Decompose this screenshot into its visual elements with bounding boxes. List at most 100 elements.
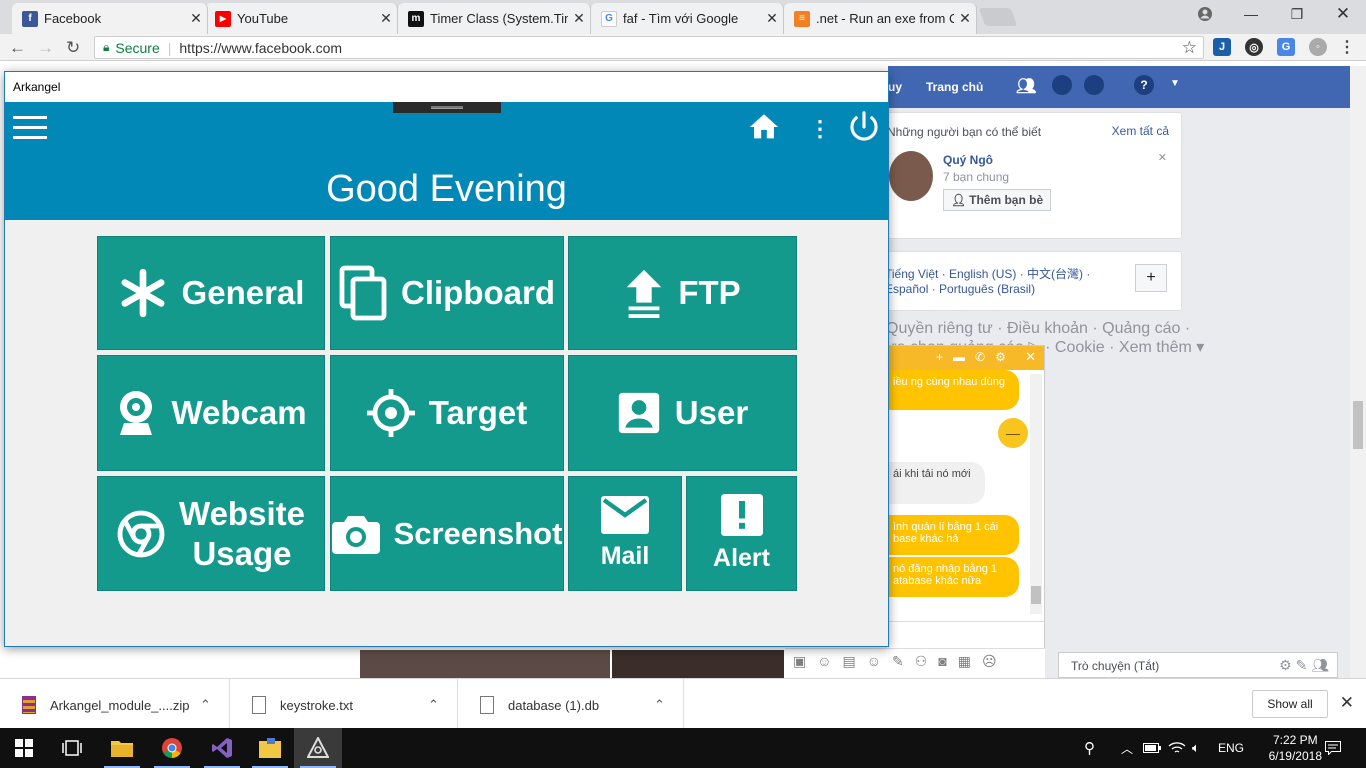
tab-close-icon[interactable]: ✕ <box>375 10 397 27</box>
extension-circle-icon[interactable]: ◎ <box>1245 38 1263 56</box>
page-scrollbar[interactable] <box>1350 66 1366 678</box>
system-clock[interactable]: 7:22 PM 6/19/2018 <box>1269 732 1322 764</box>
messenger-icon[interactable] <box>1052 75 1072 95</box>
tab-close-icon[interactable]: ✕ <box>568 10 590 27</box>
chat-status-bar[interactable]: Trò chuyện (Tắt) ⚙ ✎ 👥︎ <box>1058 652 1338 678</box>
add-language-button[interactable]: + <box>1135 264 1167 292</box>
tab-title: Facebook <box>44 11 102 26</box>
tab-stackoverflow[interactable]: ≡ .net - Run an exe from C# ✕ <box>784 3 977 34</box>
profile-icon[interactable] <box>1182 0 1228 28</box>
screenshot-tile[interactable]: Screenshot <box>330 476 564 591</box>
reload-icon[interactable]: ↻ <box>66 38 80 58</box>
website-usage-tile[interactable]: Website Usage <box>97 476 325 591</box>
friend-avatar[interactable] <box>889 151 933 201</box>
close-downloads-icon[interactable]: ✕ <box>1340 693 1354 713</box>
target-tile[interactable]: Target <box>330 355 564 471</box>
download-item[interactable]: database (1).db ⌃ <box>458 679 684 731</box>
tab-close-icon[interactable]: ✕ <box>185 10 207 27</box>
download-item[interactable]: Arkangel_module_....zip ⌃ <box>0 679 230 731</box>
clock-time: 7:22 PM <box>1272 733 1318 747</box>
dismiss-icon[interactable]: ✕ <box>1158 151 1167 164</box>
home-icon[interactable] <box>747 110 781 149</box>
action-center-icon[interactable] <box>1325 728 1341 768</box>
people-icon[interactable]: ⚲ <box>1084 728 1095 768</box>
power-icon[interactable] <box>847 110 881 149</box>
mutual-friends: 7 bạn chung <box>943 170 1010 184</box>
tab-google-search[interactable]: G faf - Tìm với Google ✕ <box>591 3 784 34</box>
language-list-1[interactable]: Tiếng Việt · English (US) · 中文(台灣) · <box>885 265 1090 282</box>
photo-thumbnail[interactable] <box>360 650 610 678</box>
footer-links-1[interactable]: Quyền riêng tư · Điều khoản · Quảng cáo … <box>886 320 1190 338</box>
task-view-icon[interactable] <box>48 728 96 768</box>
bookmark-star-icon[interactable]: ☆ <box>1182 38 1197 58</box>
chat-settings-icons[interactable]: ⚙ ✎ 👥︎ <box>1279 657 1329 674</box>
tab-facebook[interactable]: f Facebook ✕ <box>12 3 208 34</box>
tab-title: .net - Run an exe from C# <box>816 11 954 26</box>
tab-youtube[interactable]: ▶ YouTube ✕ <box>205 3 398 34</box>
download-item[interactable]: keystroke.txt ⌃ <box>230 679 458 731</box>
extension-j-icon[interactable]: J <box>1213 38 1231 56</box>
tab-close-icon[interactable]: ✕ <box>761 10 783 27</box>
chevron-up-icon[interactable]: ⌃ <box>200 697 211 713</box>
extension-grey-icon[interactable]: ◦ <box>1309 38 1327 56</box>
forward-arrow-icon[interactable]: → <box>37 38 54 58</box>
mail-tile[interactable]: Mail <box>568 476 682 591</box>
alert-tile[interactable]: Alert <box>686 476 797 591</box>
account-dropdown-icon[interactable]: ▼ <box>1170 78 1180 89</box>
user-tile[interactable]: User <box>568 355 797 471</box>
chevron-up-icon[interactable]: ⌃ <box>654 697 665 713</box>
chat-message: nó đăng nhập bằng 1 atabase khác nữa <box>885 557 1019 597</box>
tab-close-icon[interactable]: ✕ <box>954 10 976 27</box>
drag-handle[interactable] <box>393 102 501 113</box>
notifications-globe-icon[interactable] <box>1084 75 1104 95</box>
back-arrow-icon[interactable]: ← <box>9 38 26 58</box>
download-shelf: Arkangel_module_....zip ⌃ keystroke.txt … <box>0 678 1366 731</box>
general-tile[interactable]: General <box>97 236 325 350</box>
nav-home-link[interactable]: Trang chủ <box>926 80 983 94</box>
add-friend-button[interactable]: 👤︎ Thêm bạn bè <box>943 189 1051 211</box>
chrome-menu-icon[interactable]: ⋮ <box>1338 38 1356 56</box>
file-explorer-icon[interactable] <box>98 728 146 768</box>
chat-scrollbar[interactable] <box>1030 374 1042 614</box>
arkangel-app-icon[interactable] <box>294 728 342 768</box>
db-file-icon <box>480 696 494 714</box>
ftp-tile[interactable]: FTP <box>568 236 797 350</box>
more-vert-icon[interactable]: ⋮ <box>809 116 831 142</box>
wifi-icon[interactable] <box>1168 728 1186 768</box>
restore-icon[interactable]: ❐ <box>1274 0 1320 28</box>
file-manager-icon[interactable] <box>246 728 294 768</box>
visual-studio-icon[interactable] <box>198 728 246 768</box>
nav-partial-link[interactable]: uy <box>888 80 902 94</box>
address-bar[interactable]: 🔒︎ Secure | https://www.facebook.com ☆ <box>94 36 1204 59</box>
google-translate-icon[interactable]: G <box>1277 38 1295 56</box>
help-icon[interactable]: ? <box>1134 75 1154 95</box>
clipboard-label: Clipboard <box>401 274 555 311</box>
chrome-icon[interactable] <box>148 728 196 768</box>
photo-thumbnail[interactable] <box>612 650 784 678</box>
chat-close-icon[interactable]: ✕ <box>1025 349 1036 365</box>
camera-icon <box>331 515 380 554</box>
friend-name[interactable]: Quý Ngô <box>943 153 993 167</box>
chat-scroll-thumb[interactable] <box>1031 586 1041 604</box>
tab-timer-class[interactable]: m Timer Class (System.Time ✕ <box>398 3 591 34</box>
download-filename: keystroke.txt <box>280 697 353 713</box>
windows-start-icon[interactable] <box>0 728 48 768</box>
page-scroll-thumb[interactable] <box>1353 401 1363 449</box>
chevron-up-icon[interactable]: ⌃ <box>428 697 439 713</box>
friends-icon[interactable]: 👥︎ <box>1016 76 1036 96</box>
chat-header-icons[interactable]: +▬✆⚙ <box>936 350 1016 364</box>
see-all-link[interactable]: Xem tất cả <box>1112 124 1169 138</box>
input-language[interactable]: ENG <box>1218 728 1244 768</box>
language-list-2[interactable]: Español · Português (Brasil) <box>885 282 1035 296</box>
tray-overflow-icon[interactable]: ︿ <box>1121 728 1133 768</box>
webcam-tile[interactable]: Webcam <box>97 355 325 471</box>
volume-icon[interactable]: 🔈︎ <box>1192 728 1200 768</box>
show-all-button[interactable]: Show all <box>1252 690 1328 718</box>
hamburger-menu-icon[interactable] <box>13 116 47 142</box>
new-tab-button[interactable] <box>978 8 1018 26</box>
window-close-icon[interactable]: ✕ <box>1320 0 1366 28</box>
battery-icon[interactable] <box>1143 728 1161 768</box>
clipboard-tile[interactable]: Clipboard <box>330 236 564 350</box>
chat-composer-toolbar[interactable]: ▣☺▤☺✎⚇◙▦☹ <box>785 648 1045 678</box>
minimize-icon[interactable]: — <box>1228 0 1274 28</box>
